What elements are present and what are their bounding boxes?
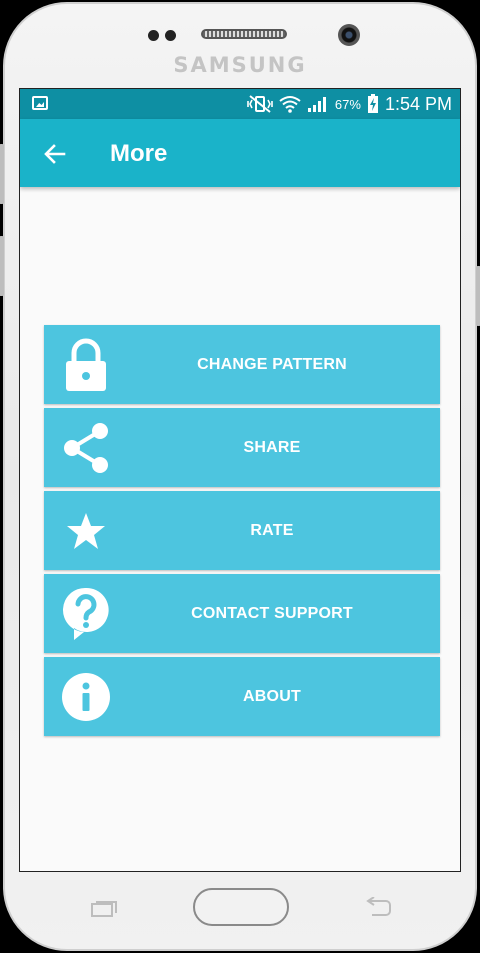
- battery-charging-icon: [367, 94, 378, 113]
- menu-item-label: CHANGE PATTERN: [197, 356, 347, 373]
- share-button[interactable]: SHARE: [44, 408, 440, 487]
- menu-item-label: ABOUT: [243, 688, 301, 705]
- earpiece-speaker: [201, 29, 287, 39]
- hardware-back-icon: [366, 896, 391, 916]
- menu-list: CHANGE PATTERN SHARE RATE CONTACT SUPPOR…: [44, 325, 440, 740]
- power-button: [476, 266, 480, 326]
- vibrate-mute-icon: [247, 95, 273, 113]
- home-key[interactable]: [193, 888, 289, 926]
- status-icons: 67% 1:54 PM: [247, 89, 452, 119]
- light-sensor: [165, 30, 176, 41]
- status-bar: 67% 1:54 PM: [20, 89, 460, 119]
- device-brand-logo: SAMSUNG: [173, 53, 307, 77]
- recent-apps-icon: [91, 901, 117, 917]
- change-pattern-button[interactable]: CHANGE PATTERN: [44, 325, 440, 404]
- menu-item-label: CONTACT SUPPORT: [191, 605, 353, 622]
- front-camera: [338, 24, 360, 46]
- signal-strength-icon: [307, 97, 326, 112]
- recent-apps-key[interactable]: [90, 900, 118, 918]
- back-arrow-icon: [44, 144, 66, 164]
- about-button[interactable]: ABOUT: [44, 657, 440, 736]
- contact-support-button[interactable]: CONTACT SUPPORT: [44, 574, 440, 653]
- battery-percentage: 67%: [334, 96, 361, 112]
- wifi-icon: [279, 96, 301, 113]
- menu-item-label: RATE: [250, 522, 294, 539]
- rate-button[interactable]: RATE: [44, 491, 440, 570]
- proximity-sensor: [148, 30, 159, 41]
- volume-button-lower: [0, 236, 4, 296]
- status-time: 1:54 PM: [384, 93, 452, 114]
- hardware-back-key[interactable]: [362, 896, 392, 919]
- menu-item-label: SHARE: [243, 439, 301, 456]
- page-title: More: [110, 140, 168, 167]
- back-button[interactable]: [40, 139, 70, 169]
- phone-screen: 67% 1:54 PM More CHANGE PATTERN SHARE RA…: [19, 88, 461, 872]
- volume-button: [0, 144, 4, 204]
- app-bar: More: [20, 119, 460, 187]
- gallery-notification-icon: [32, 96, 48, 110]
